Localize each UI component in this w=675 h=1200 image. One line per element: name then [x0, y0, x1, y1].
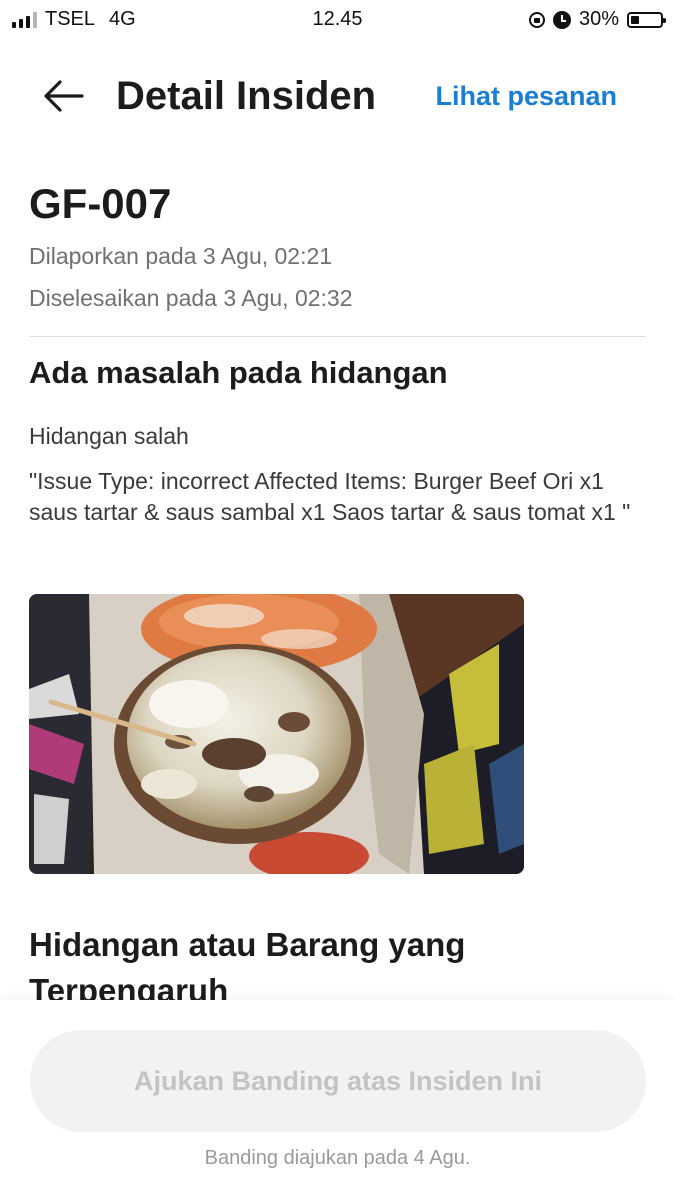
battery-percentage: 30% [578, 8, 619, 30]
issue-description: "Issue Type: incorrect Affected Items: B… [29, 468, 631, 525]
header: Detail Insiden Lihat pesanan [0, 60, 675, 140]
incident-id: GF-007 [29, 180, 172, 227]
appeal-note: Banding diajukan pada 4 Agu. [204, 1147, 471, 1169]
footer: Ajukan Banding atas Insiden Ini Banding … [0, 1000, 675, 1200]
status-bar: TSEL 4G 12.45 30% [0, 0, 675, 38]
arrow-left-icon [44, 80, 84, 112]
appeal-button[interactable]: Ajukan Banding atas Insiden Ini [30, 1030, 646, 1132]
issue-subtitle: Hidangan salah [29, 423, 189, 449]
burger-photo [29, 594, 524, 874]
reported-time: Dilaporkan pada 3 Agu, 02:21 [29, 243, 333, 269]
battery-icon [627, 11, 666, 28]
incident-details: GF-007 Dilaporkan pada 3 Agu, 02:21 Dise… [29, 180, 646, 528]
back-button[interactable] [40, 76, 90, 116]
rotation-lock-icon [528, 11, 545, 28]
resolved-time: Diselesaikan pada 3 Agu, 02:32 [29, 285, 353, 311]
incident-photo[interactable] [29, 594, 524, 874]
alarm-icon [552, 10, 571, 29]
status-bar-right: 30% [528, 8, 666, 31]
issue-title: Ada masalah pada hidangan [29, 355, 448, 390]
view-order-link[interactable]: Lihat pesanan [435, 81, 617, 112]
page-title: Detail Insiden [116, 74, 377, 118]
divider [29, 336, 646, 337]
